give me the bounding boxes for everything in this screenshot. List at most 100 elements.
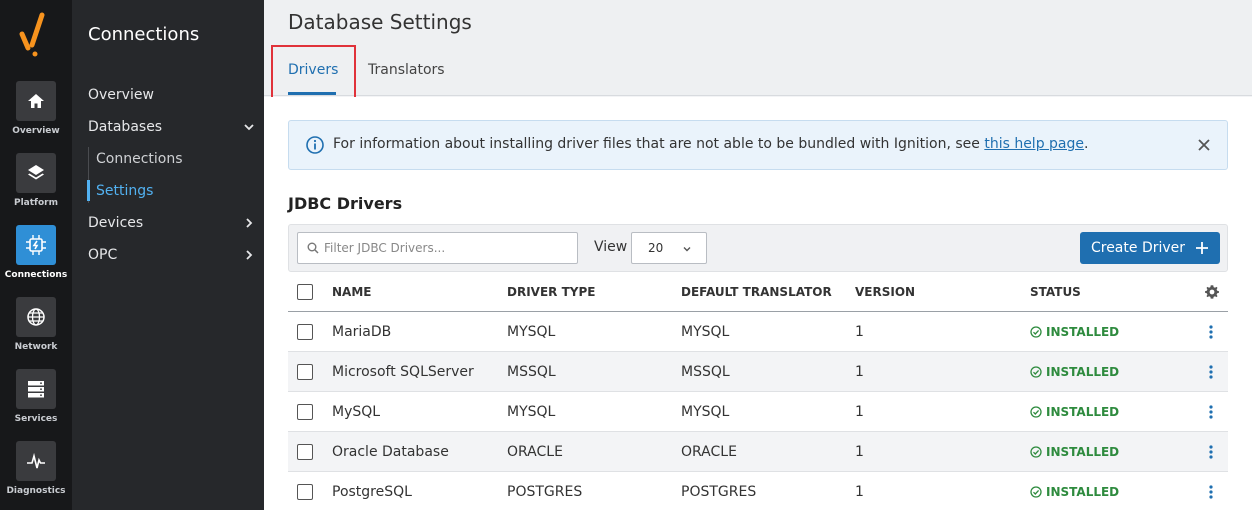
status-text: INSTALLED xyxy=(1046,484,1120,499)
rail-label: Connections xyxy=(4,270,68,280)
cell-name: Microsoft SQLServer xyxy=(332,363,474,380)
check-circle-icon xyxy=(1030,485,1042,498)
highlight-box xyxy=(271,45,356,99)
plus-icon xyxy=(1196,242,1209,254)
info-message: For information about installing driver … xyxy=(333,136,985,152)
nav-item-overview[interactable]: Overview xyxy=(88,83,256,107)
column-header-status[interactable]: STATUS xyxy=(1030,272,1081,311)
column-header-driver-type[interactable]: DRIVER TYPE xyxy=(507,272,595,311)
nav-item-label: Databases xyxy=(88,119,163,135)
gear-icon[interactable] xyxy=(1204,284,1220,300)
info-banner: For information about installing driver … xyxy=(288,120,1228,170)
status-badge: INSTALLED xyxy=(1030,472,1119,510)
rail-label: Services xyxy=(14,414,58,424)
column-header-default-translator[interactable]: DEFAULT TRANSLATOR xyxy=(681,272,832,311)
status-text: INSTALLED xyxy=(1046,364,1120,379)
rail-item-overview[interactable]: Overview xyxy=(0,81,72,145)
rail-item-diagnostics[interactable]: Diagnostics xyxy=(0,441,72,505)
info-icon xyxy=(306,136,324,154)
table-row[interactable]: MySQL MYSQL MYSQL 1 INSTALLED xyxy=(288,392,1228,432)
cell-driver-type: MYSQL xyxy=(507,323,556,340)
search-icon xyxy=(307,242,319,254)
nav-item-label: OPC xyxy=(88,247,118,263)
cell-driver-type: MYSQL xyxy=(507,403,556,420)
check-circle-icon xyxy=(1030,405,1042,418)
rail-item-platform[interactable]: Platform xyxy=(0,153,72,217)
rail-item-network[interactable]: Network xyxy=(0,297,72,361)
page-header: Database Settings Drivers Translators xyxy=(264,0,1252,99)
rail-label: Network xyxy=(14,342,58,352)
rail-label: Overview xyxy=(12,126,60,136)
cell-name: Oracle Database xyxy=(332,443,449,460)
table-row[interactable]: PostgreSQL POSTGRES POSTGRES 1 INSTALLED xyxy=(288,472,1228,510)
status-badge: INSTALLED xyxy=(1030,432,1119,471)
status-text: INSTALLED xyxy=(1046,404,1120,419)
cell-version: 1 xyxy=(855,403,864,420)
cell-name: PostgreSQL xyxy=(332,483,412,500)
search-input[interactable] xyxy=(324,233,574,263)
row-checkbox[interactable] xyxy=(297,403,313,420)
nav-item-opc[interactable]: OPC xyxy=(88,243,256,267)
view-select-value: 20 xyxy=(648,241,664,255)
table-header-row: NAME DRIVER TYPE DEFAULT TRANSLATOR VERS… xyxy=(288,272,1228,312)
more-vertical-icon xyxy=(1209,404,1213,419)
check-circle-icon xyxy=(1030,325,1042,338)
nav-item-label: Settings xyxy=(96,183,154,199)
nav-item-devices[interactable]: Devices xyxy=(88,211,256,235)
cell-translator: ORACLE xyxy=(681,443,737,460)
row-menu-button[interactable] xyxy=(1209,432,1213,471)
view-select[interactable]: 20 xyxy=(631,232,707,264)
more-vertical-icon xyxy=(1209,324,1213,339)
check-circle-icon xyxy=(1030,365,1042,378)
ignition-logo-icon[interactable] xyxy=(18,12,54,58)
create-driver-button[interactable]: Create Driver xyxy=(1080,232,1220,264)
cell-driver-type: ORACLE xyxy=(507,443,563,460)
rail-item-connections[interactable]: Connections xyxy=(0,225,72,289)
rail-item-services[interactable]: Services xyxy=(0,369,72,433)
cell-version: 1 xyxy=(855,363,864,380)
rail-label: Platform xyxy=(14,198,58,208)
select-all-checkbox[interactable] xyxy=(297,283,313,300)
row-checkbox[interactable] xyxy=(297,443,313,460)
check-circle-icon xyxy=(1030,445,1042,458)
home-icon xyxy=(16,81,56,121)
row-menu-button[interactable] xyxy=(1209,392,1213,431)
nav-item-databases[interactable]: Databases xyxy=(88,115,256,139)
cell-name: MariaDB xyxy=(332,323,392,340)
chevron-right-icon xyxy=(246,250,253,260)
chevron-down-icon xyxy=(683,247,691,252)
nav-title: Connections xyxy=(88,24,200,45)
table-row[interactable]: MariaDB MYSQL MYSQL 1 INSTALLED xyxy=(288,312,1228,352)
cell-translator: MYSQL xyxy=(681,403,730,420)
nav-item-settings[interactable]: Settings xyxy=(96,179,153,203)
column-header-name[interactable]: NAME xyxy=(332,272,371,311)
cell-driver-type: MSSQL xyxy=(507,363,556,380)
row-menu-button[interactable] xyxy=(1209,472,1213,510)
nav-item-label: Devices xyxy=(88,215,144,231)
tab-translators[interactable]: Translators xyxy=(368,62,445,78)
globe-icon xyxy=(16,297,56,337)
cell-translator: MYSQL xyxy=(681,323,730,340)
cell-version: 1 xyxy=(855,483,864,500)
nav-panel: Connections Overview Databases Connectio… xyxy=(72,0,264,510)
table-row[interactable]: Oracle Database ORACLE ORACLE 1 INSTALLE… xyxy=(288,432,1228,472)
row-checkbox[interactable] xyxy=(297,363,313,380)
row-checkbox[interactable] xyxy=(297,323,313,340)
icon-rail: Overview Platform Connections Network Se… xyxy=(0,0,72,510)
nav-item-connections[interactable]: Connections xyxy=(96,147,183,171)
section-title: JDBC Drivers xyxy=(288,194,403,213)
table-row[interactable]: Microsoft SQLServer MSSQL MSSQL 1 INSTAL… xyxy=(288,352,1228,392)
close-icon[interactable] xyxy=(1195,136,1213,154)
drivers-table: NAME DRIVER TYPE DEFAULT TRANSLATOR VERS… xyxy=(288,272,1228,510)
row-menu-button[interactable] xyxy=(1209,312,1213,351)
more-vertical-icon xyxy=(1209,484,1213,499)
status-text: INSTALLED xyxy=(1046,324,1120,339)
column-header-version[interactable]: VERSION xyxy=(855,272,915,311)
row-menu-button[interactable] xyxy=(1209,352,1213,391)
search-box xyxy=(297,232,578,264)
status-badge: INSTALLED xyxy=(1030,392,1119,431)
main-area: Database Settings Drivers Translators Fo… xyxy=(264,0,1252,510)
help-page-link[interactable]: this help page xyxy=(984,136,1084,152)
row-checkbox[interactable] xyxy=(297,483,313,500)
view-label: View xyxy=(594,239,628,255)
